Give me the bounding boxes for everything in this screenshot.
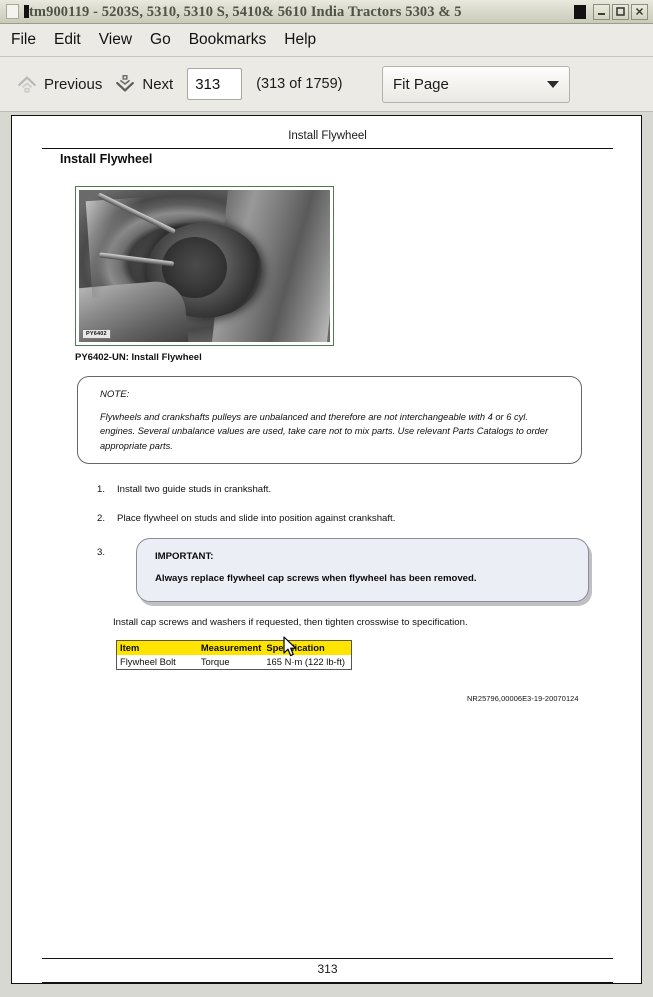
chevron-down-icon bbox=[116, 75, 135, 92]
list-item: 1. Install two guide studs in crankshaft… bbox=[97, 484, 577, 495]
next-page-label: Next bbox=[142, 75, 174, 93]
zoom-level-value: Fit Page bbox=[393, 76, 449, 93]
table-header-specification: Specification bbox=[263, 640, 352, 655]
document-page: Install Flywheel Install Flywheel PY6402… bbox=[11, 115, 642, 984]
step-text: Place flywheel on studs and slide into p… bbox=[117, 513, 396, 524]
minimize-icon bbox=[598, 13, 605, 15]
body-paragraph: Install cap screws and washers if reques… bbox=[113, 617, 468, 628]
important-callout: IMPORTANT: Always replace flywheel cap s… bbox=[136, 538, 589, 602]
window-menu-icon[interactable] bbox=[574, 4, 586, 19]
document-identifier: NR25796,00006E3-19-20070124 bbox=[467, 694, 579, 703]
footer-rule-bottom bbox=[42, 982, 613, 984]
page-title: Install Flywheel bbox=[60, 152, 153, 166]
menu-item-help[interactable]: Help bbox=[284, 29, 325, 51]
figure-caption: PY6402-UN: Install Flywheel bbox=[75, 352, 202, 363]
menu-item-edit[interactable]: Edit bbox=[54, 29, 90, 51]
document-icon bbox=[6, 4, 19, 19]
figure-tag: PY6402 bbox=[82, 329, 111, 339]
menu-item-go[interactable]: Go bbox=[150, 29, 180, 51]
menu-bar: File Edit View Go Bookmarks Help bbox=[0, 24, 653, 57]
list-item: 2. Place flywheel on studs and slide int… bbox=[97, 513, 577, 524]
specification-table: Item Measurement Specification Flywheel … bbox=[116, 640, 352, 670]
maximize-button[interactable] bbox=[612, 3, 629, 20]
menu-item-bookmarks[interactable]: Bookmarks bbox=[189, 29, 276, 51]
table-header-item: Item bbox=[116, 640, 201, 655]
chevron-up-icon bbox=[18, 76, 36, 93]
previous-page-button[interactable]: Previous bbox=[10, 70, 108, 98]
menu-item-file[interactable]: File bbox=[11, 29, 45, 51]
cell-specification: 165 N·m (122 lb-ft) bbox=[266, 656, 345, 668]
important-body: Always replace flywheel cap screws when … bbox=[155, 573, 477, 584]
window-title-text: tm900119 - 5203S, 5310, 5310 S, 5410& 56… bbox=[29, 3, 462, 20]
footer-rule-top bbox=[42, 958, 613, 960]
close-icon bbox=[635, 7, 644, 16]
window-title: tm900119 - 5203S, 5310, 5310 S, 5410& 56… bbox=[24, 2, 574, 22]
page-number-input[interactable] bbox=[187, 68, 243, 100]
document-viewer[interactable]: Install Flywheel Install Flywheel PY6402… bbox=[0, 112, 653, 997]
running-head: Install Flywheel bbox=[288, 130, 367, 142]
step-number: 1. bbox=[97, 484, 106, 495]
window-controls bbox=[574, 3, 650, 20]
step-text: Install two guide studs in crankshaft. bbox=[117, 484, 272, 495]
maximize-icon bbox=[616, 7, 625, 16]
next-page-button[interactable]: Next bbox=[108, 70, 179, 98]
minimize-button[interactable] bbox=[593, 3, 610, 20]
flywheel-photo: PY6402 bbox=[79, 190, 330, 342]
table-header-measurement: Measurement bbox=[200, 640, 264, 655]
step-number: 3. bbox=[97, 547, 106, 558]
table-header-row: Item Measurement Specification bbox=[116, 640, 352, 655]
important-title: IMPORTANT: bbox=[155, 551, 214, 562]
previous-page-label: Previous bbox=[44, 75, 103, 93]
note-title: NOTE: bbox=[100, 389, 130, 400]
menu-item-view[interactable]: View bbox=[99, 29, 141, 51]
step-number: 2. bbox=[97, 513, 106, 524]
cell-measurement: Torque bbox=[200, 656, 230, 668]
zoom-level-select[interactable]: Fit Page bbox=[382, 66, 570, 103]
header-rule bbox=[42, 148, 613, 150]
application-window: tm900119 - 5203S, 5310, 5310 S, 5410& 56… bbox=[0, 0, 653, 997]
page-count-label: (313 of 1759) bbox=[256, 76, 343, 92]
caret-down-icon bbox=[547, 81, 559, 88]
close-button[interactable] bbox=[631, 3, 648, 20]
table-row: Flywheel Bolt Torque 165 N·m (122 lb-ft) bbox=[117, 655, 352, 670]
cell-item: Flywheel Bolt bbox=[120, 656, 176, 668]
title-bar: tm900119 - 5203S, 5310, 5310 S, 5410& 56… bbox=[0, 0, 653, 24]
figure-image: PY6402 bbox=[75, 186, 334, 346]
page-number-footer: 313 bbox=[317, 962, 338, 976]
note-body: Flywheels and crankshafts pulleys are un… bbox=[100, 412, 549, 451]
note-callout: NOTE: Flywheels and crankshafts pulleys … bbox=[77, 376, 582, 464]
